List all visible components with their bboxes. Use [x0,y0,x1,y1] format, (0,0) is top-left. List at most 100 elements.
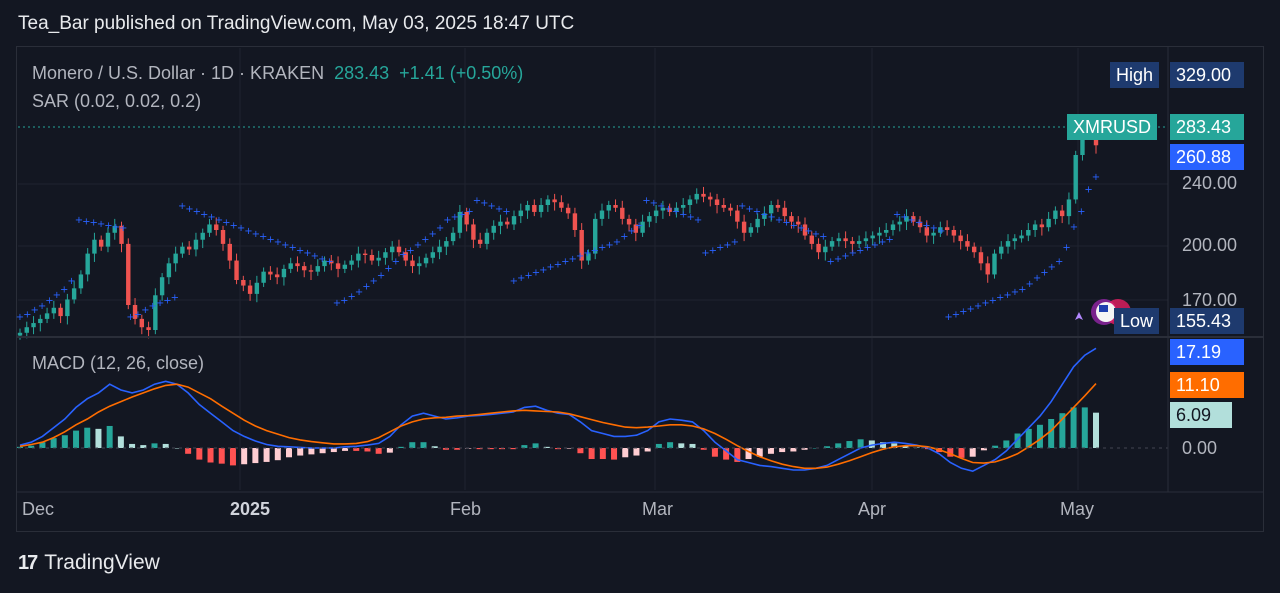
candle-body [1053,210,1058,219]
candle-body [647,216,652,222]
histogram-bar [117,436,124,448]
last-price: 283.43 [334,63,390,83]
histogram-bar [50,438,57,448]
histogram-bar [1036,424,1043,448]
candle-body [856,241,862,244]
candle-body [687,199,693,205]
low-value: 155.43 [1170,308,1244,334]
histogram-bar [622,448,629,458]
candle-body [44,313,50,319]
candle-body [505,221,510,225]
histogram-bar [252,448,259,464]
histogram-bar [1048,419,1055,448]
histogram-bar [297,448,304,456]
histogram-bar [1081,407,1088,448]
candle-body [281,268,287,278]
ticker-label: XMRUSD [1067,114,1158,140]
histogram-bar [633,448,640,456]
brand-name: TradingView [44,551,160,574]
histogram-bar [779,448,786,453]
macd-histogram [17,407,1099,466]
candle-body [565,207,571,214]
candle-body [268,271,273,275]
histogram-bar [599,448,606,460]
candle-body [829,241,835,247]
candle-body [599,210,605,219]
candle-body [1019,235,1024,239]
candle-body [31,323,36,328]
candle-body [1039,224,1045,228]
histogram-bar [106,425,113,448]
candle-body [863,238,869,242]
sar-dot: + [502,207,510,218]
sar-dot: + [694,215,702,226]
candle-body [870,235,875,239]
candle-body [626,218,632,225]
x-tick: Mar [642,499,673,519]
candle-body [390,246,395,253]
candle-body [1032,224,1038,230]
histogram-bar [409,442,416,448]
histogram-bar [644,448,651,452]
histogram-bar [711,448,718,457]
sar-dot: + [635,220,643,231]
sar-dot: + [1084,184,1092,195]
candle-body [748,227,754,233]
sar-legend[interactable]: SAR (0.02, 0.02, 0.2) [32,91,201,112]
sar-dot: + [171,293,179,304]
sar-dot: + [1070,222,1078,233]
histogram-bar [263,448,270,462]
candle-body [241,280,246,286]
x-tick: May [1060,499,1095,519]
candle-body [992,253,997,275]
sparkle-icon [1075,312,1083,320]
histogram-bar [61,435,68,448]
histogram-bar [185,448,192,454]
candle-body [735,210,740,222]
footer-brand[interactable]: 17 TradingView [18,551,160,575]
candle-body [362,253,368,255]
histogram-bar [151,443,158,448]
candle-body [680,205,686,208]
candle-body [78,274,84,289]
histogram-bar [969,448,976,457]
candle-body [545,199,551,205]
histogram-bar [286,448,292,458]
symbol-name: Monero / U.S. Dollar · 1D · KRAKEN [32,63,325,83]
candle-body [85,253,90,275]
x-tick: 2025 [230,499,271,519]
candle-body [315,266,320,272]
histogram-bar [274,448,281,461]
candle-body [1005,241,1011,247]
histogram-bar [835,443,842,448]
candle-body [518,210,523,217]
candle-body [850,241,855,244]
candle-body [180,246,185,254]
candle-body [51,307,57,314]
histogram-bar [846,441,853,448]
candle-body [890,224,896,230]
candle-body [99,239,104,247]
histogram-bar [95,428,102,448]
candle-body [714,199,720,205]
histogram-bar [577,448,584,454]
histogram-bar [1093,412,1099,448]
histogram-bar [386,448,393,453]
sar-dot: + [1092,172,1100,183]
candle-body [836,238,842,242]
candle-body [126,243,131,305]
candle-body [620,207,625,219]
histogram-bar [84,427,91,448]
candle-body [741,221,747,233]
histogram-bar [196,448,203,460]
histogram-bar [689,443,696,448]
candle-body [606,205,611,211]
candle-body [356,253,361,261]
macd-legend[interactable]: MACD (12, 26, close) [32,353,204,374]
candle-body [58,307,63,317]
high-label: High [1110,62,1160,88]
candle-body [985,263,990,275]
histogram-bar [667,442,674,448]
histogram-bar [1003,440,1010,448]
histogram-bar [611,448,618,460]
